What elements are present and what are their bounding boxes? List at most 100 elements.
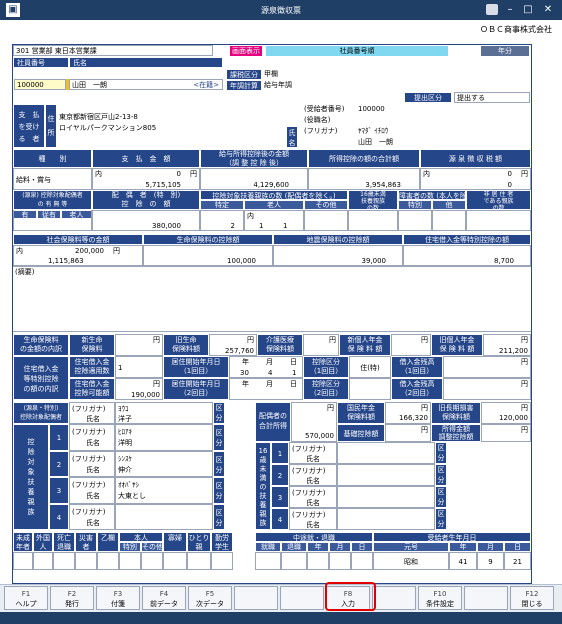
payee-name: 山田 一朗 xyxy=(356,137,476,148)
old-pension-header: 旧個人年金 保 険 料 額 xyxy=(431,334,483,356)
footer-special-value[interactable] xyxy=(119,552,141,570)
footer-h_y-value[interactable] xyxy=(307,552,329,570)
other-cell xyxy=(304,210,348,231)
footer-h_widow-value[interactable] xyxy=(163,552,187,570)
spouse-name-label: 氏名 xyxy=(86,415,100,423)
fkey-button-1[interactable]: F1 ヘルプ xyxy=(4,586,48,610)
minimize-icon[interactable]: – xyxy=(502,3,518,17)
balance1-header: 借入金残高 （1回目） xyxy=(391,356,443,378)
under16-values xyxy=(337,486,435,508)
under16-no: 3 xyxy=(271,486,289,508)
fkey-button-7[interactable] xyxy=(280,586,324,610)
old-long-yen: 円 xyxy=(521,404,528,412)
fkey-button-6[interactable] xyxy=(234,586,278,610)
payee-name-label: 氏 名 xyxy=(286,126,298,148)
under16-no: 2 xyxy=(271,464,289,486)
disabled-special-header: 特別 xyxy=(398,200,432,210)
care-yen: 円 xyxy=(329,336,336,344)
new-life-header: 新生命 保険料 xyxy=(69,334,115,356)
footer-h_d-value[interactable] xyxy=(351,552,373,570)
old-pension-yen: 円 xyxy=(521,336,528,344)
dependent-name-label: 氏名 xyxy=(86,518,100,527)
under16-class-label: 区 分 xyxy=(435,486,447,508)
social-ins-header: 社会保険料等の金額 xyxy=(13,234,143,245)
under16-values xyxy=(337,508,435,530)
dependent-labels: (フリガナ) 氏名 xyxy=(69,503,115,530)
footer-h_death-value[interactable] xyxy=(53,552,75,570)
footer-h_foreign-value[interactable] xyxy=(33,552,53,570)
post-label: (役職名) xyxy=(302,115,356,125)
year-label: 年分 xyxy=(480,45,530,57)
spouse-value-cell xyxy=(13,210,92,231)
birth-h_d: 日 xyxy=(504,542,531,552)
disabled-special-cell xyxy=(398,210,432,231)
maximize-icon[interactable]: □ xyxy=(520,3,536,17)
under16-values xyxy=(337,442,435,464)
footer-h_b-value[interactable] xyxy=(97,552,119,570)
under16-name-label: 氏名 xyxy=(306,455,320,463)
footer-h_student-value[interactable] xyxy=(211,552,233,570)
f8-highlight xyxy=(325,582,376,611)
social-uchi-label: 内 xyxy=(16,247,23,255)
spouse-special-header: 配 偶 者 (特 別) 控 除 の 額 xyxy=(92,190,200,210)
spouse-kana-label: (フリガナ) xyxy=(72,405,106,413)
remarks-area[interactable]: (摘要) xyxy=(13,266,531,332)
kana-label: (フリガナ) xyxy=(302,126,352,136)
year-adj-value: 給与年調 xyxy=(262,80,308,91)
dependent-no: 1 xyxy=(49,424,69,451)
screen-display-button[interactable]: 画面表示 xyxy=(230,46,262,56)
sticky-note-icon[interactable] xyxy=(486,4,498,15)
fkey-button-12[interactable]: F12 閉じる xyxy=(510,586,554,610)
class1: 住(特) xyxy=(349,356,391,378)
dependent-no: 2 xyxy=(49,450,69,477)
pay-amount: 5,715,105 xyxy=(145,181,181,189)
birth-era: 昭和 xyxy=(373,552,449,570)
footer-h_disaster: 災害 者 xyxy=(75,532,97,552)
quake-ins-cell: 39,000 xyxy=(273,245,403,266)
emp-no-input[interactable]: 100000 xyxy=(14,79,66,90)
tax-uchi-label: 内 xyxy=(423,170,430,178)
fkey-button-3[interactable]: F3 付箋 xyxy=(96,586,140,610)
dependent-name: 伸介 xyxy=(118,465,132,474)
old-life-cell: 円 257,760 xyxy=(209,334,257,356)
footer-h_single-value[interactable] xyxy=(187,552,211,570)
class2-cell xyxy=(349,378,391,400)
dependent-no: 4 xyxy=(49,503,69,530)
quake-ins: 39,000 xyxy=(361,257,387,265)
spouse-section-header: (源泉・特別) 控除対象配偶者 xyxy=(13,402,69,424)
close-icon[interactable]: ✕ xyxy=(540,3,556,17)
dependent-kana-label: (フリガナ) xyxy=(72,481,106,489)
footer-other-value[interactable] xyxy=(141,552,163,570)
footer-h_minor-value[interactable] xyxy=(13,552,33,570)
kind-header: 種 別 xyxy=(13,149,92,168)
adjust-yen: 円 xyxy=(521,426,528,434)
fkey-button-9[interactable] xyxy=(372,586,416,610)
quake-ins-header: 地震保険料の控除額 xyxy=(273,234,403,245)
disabled-header: 障害者の数 (本人を除く。) xyxy=(398,190,466,200)
employee-order-select[interactable]: 社員番号順 xyxy=(266,46,448,56)
footer-h_job-value[interactable] xyxy=(255,552,281,570)
fkey-button-5[interactable]: F5 次データ xyxy=(188,586,232,610)
fkey-button-10[interactable]: F10 条件設定 xyxy=(418,586,462,610)
national-pension-header: 国民年金 保険料額 xyxy=(337,402,385,424)
address-label: 住 所 xyxy=(45,104,57,148)
deductions-total-header: 所得控除の額の合計額 xyxy=(308,149,420,168)
disabled-other-header: 他 xyxy=(432,200,466,210)
dependent-kana-label: (フリガナ) xyxy=(72,454,106,463)
under16-name-label: 氏名 xyxy=(306,521,320,529)
payee-kana: ﾔﾏﾀﾞ ｲﾁﾛｳ xyxy=(356,126,476,136)
under16-cell xyxy=(348,210,398,231)
old-pension: 211,200 xyxy=(499,347,528,355)
footer-h_m-value[interactable] xyxy=(329,552,351,570)
fkey-button-2[interactable]: F2 発行 xyxy=(50,586,94,610)
fkey-button-11[interactable] xyxy=(464,586,508,610)
footer-birth-header: 受給者生年月日 xyxy=(373,532,531,542)
footer-h_disaster-value[interactable] xyxy=(75,552,97,570)
footer-h_ret-value[interactable] xyxy=(281,552,307,570)
fkey-button-4[interactable]: F4 前データ xyxy=(142,586,186,610)
submit-class-value: 提出する xyxy=(454,92,530,103)
class1-header: 控除区分 （1回目） xyxy=(303,356,349,378)
care-cell: 円 xyxy=(303,334,339,356)
deducted-cell: 4,129,600 xyxy=(200,168,308,190)
old-long: 120,000 xyxy=(499,414,528,422)
